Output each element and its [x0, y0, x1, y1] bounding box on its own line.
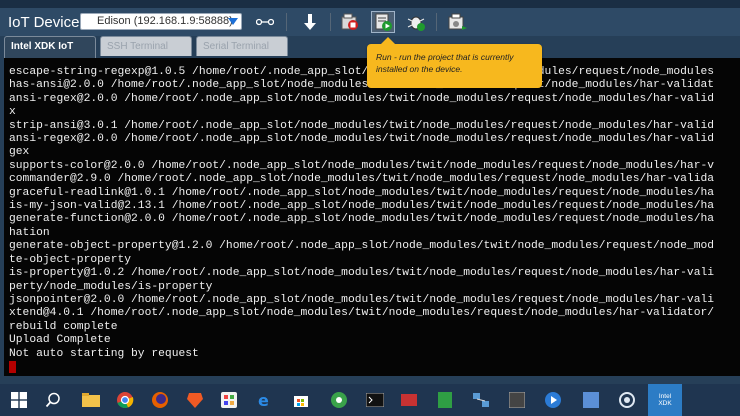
windows-taskbar: e Intel XDK — [0, 384, 740, 416]
terminal-lines: escape-string-regexp@1.0.5 /home/root/.n… — [9, 66, 714, 376]
terminal-line: ansi-regex@2.0.0 /home/root/.node_app_sl… — [9, 92, 715, 105]
app-icon-5[interactable] — [538, 384, 568, 416]
terminal-line: rebuild complete — [9, 320, 118, 333]
terminal-line: generate-object-property@1.2.0 /home/roo… — [9, 240, 715, 253]
terminal-line: Not auto starting by request — [9, 347, 199, 360]
toolbar-divider — [436, 13, 437, 31]
green-app-icon[interactable] — [324, 384, 354, 416]
network-app-icon[interactable] — [466, 384, 496, 416]
search-icon[interactable] — [38, 384, 68, 416]
xdk-window: IoT Device: Edison (192.168.1.9:58888) I… — [0, 0, 740, 384]
terminal-line: hation — [9, 226, 50, 239]
terminal-line: strip-ansi@3.0.1 /home/root/.node_app_sl… — [9, 119, 715, 132]
terminal-line: escape-string-regexp@1.0.5 /home/root/.n… — [9, 66, 715, 78]
app-icon-2[interactable] — [394, 384, 424, 416]
terminal-line: xtend@4.0.1 /home/root/.node_app_slot/no… — [9, 307, 715, 320]
terminal-line: x — [9, 106, 16, 119]
terminal-line: generate-function@2.0.0 /home/root/.node… — [9, 213, 715, 226]
iot-toolbar: IoT Device: Edison (192.168.1.9:58888) — [0, 8, 740, 36]
tab-serial-terminal[interactable]: Serial Terminal — [196, 36, 288, 56]
terminal-line: te-object-property — [9, 253, 132, 266]
app-icon-3[interactable] — [430, 384, 460, 416]
connect-icon[interactable] — [253, 11, 277, 33]
upload-arrow-icon[interactable] — [298, 11, 322, 33]
iot-device-label: IoT Device: — [8, 14, 84, 31]
terminal-cursor — [9, 360, 714, 376]
terminal-app-icon[interactable] — [360, 384, 390, 416]
terminal-line: ansi-regex@2.0.0 /home/root/.node_app_sl… — [9, 133, 715, 146]
cursor-block — [9, 360, 16, 373]
terminal-line: supports-color@2.0.0 /home/root/.node_ap… — [9, 159, 715, 172]
file-explorer-icon[interactable] — [76, 384, 106, 416]
device-select[interactable]: Edison (192.168.1.9:58888) — [80, 13, 242, 30]
toolbar-divider — [286, 13, 287, 31]
terminal-line: Upload Complete — [9, 334, 111, 347]
debug-bug-icon[interactable] — [404, 11, 428, 33]
tooltip-run-word: Run — [376, 52, 392, 62]
firefox-icon[interactable] — [145, 384, 175, 416]
run-tooltip: Run - run the project that is currently … — [367, 37, 542, 88]
terminal-line: is-my-json-valid@2.13.1 /home/root/.node… — [9, 200, 715, 213]
terminal-line: is-property@1.0.2 /home/root/.node_app_s… — [9, 267, 715, 280]
windows-start-icon[interactable] — [4, 384, 34, 416]
store-icon[interactable] — [286, 384, 316, 416]
app-icon[interactable] — [214, 384, 244, 416]
run-app-icon[interactable] — [371, 11, 395, 33]
manage-daemon-icon[interactable] — [445, 11, 469, 33]
chevron-down-icon[interactable] — [228, 18, 238, 25]
terminal-line: jsonpointer@2.0.0 /home/root/.node_app_s… — [9, 293, 715, 306]
terminal-line: perty/node_modules/is-property — [9, 280, 213, 293]
tooltip-description: - run the project that is currently inst… — [376, 52, 514, 74]
edge-icon[interactable]: e — [250, 384, 280, 416]
title-strip — [0, 0, 740, 8]
toolbar-divider — [330, 13, 331, 31]
app-icon-7[interactable] — [612, 384, 642, 416]
brave-icon[interactable] — [180, 384, 210, 416]
svg-text:e: e — [258, 392, 269, 408]
tab-ssh-terminal[interactable]: SSH Terminal — [100, 36, 192, 56]
terminal-line: gex — [9, 146, 30, 159]
chrome-icon[interactable] — [110, 384, 140, 416]
terminal-output[interactable]: escape-string-regexp@1.0.5 /home/root/.n… — [4, 58, 740, 376]
xdk-label-line1: Intel — [658, 393, 672, 400]
xdk-label-line2: XDK — [658, 400, 672, 407]
stop-app-icon[interactable] — [338, 11, 362, 33]
terminal-line: has-ansi@2.0.0 /home/root/.node_app_slot… — [9, 79, 715, 92]
app-icon-6[interactable] — [576, 384, 606, 416]
terminal-line: graceful-readlink@1.0.1 /home/root/.node… — [9, 186, 715, 199]
app-icon-4[interactable] — [502, 384, 532, 416]
device-select-value: Edison (192.168.1.9:58888) — [97, 15, 233, 27]
terminal-line: commander@2.9.0 /home/root/.node_app_slo… — [9, 173, 715, 186]
tab-intel-xdk-iot[interactable]: Intel XDK IoT — [4, 36, 96, 58]
intel-xdk-taskbar-button[interactable]: Intel XDK — [648, 384, 682, 416]
